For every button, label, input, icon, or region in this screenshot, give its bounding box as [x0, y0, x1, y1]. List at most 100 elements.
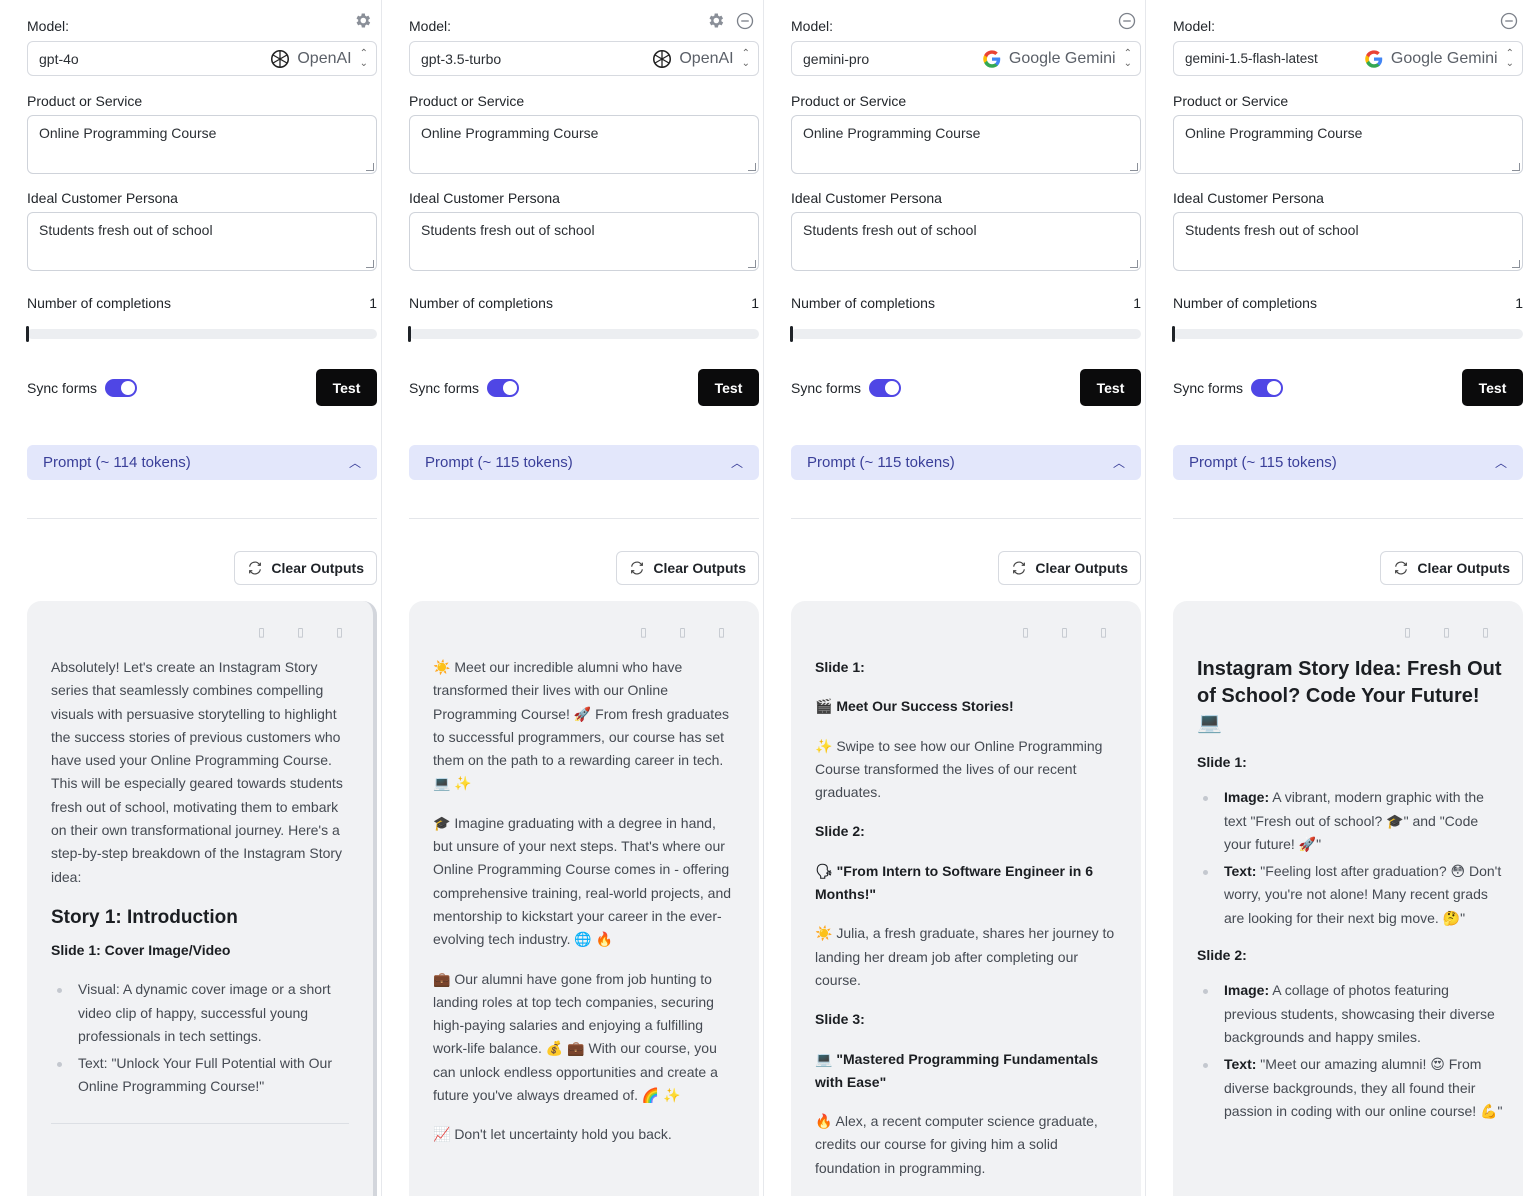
persona-field[interactable]: Students fresh out of school: [1173, 212, 1523, 271]
sun-icon: ☀️: [433, 659, 451, 675]
output-text: ☀️ Meet our incredible alumni who have t…: [433, 656, 739, 1163]
model-select[interactable]: gemini-pro Google Gemini ⌃ ⌄: [791, 41, 1141, 76]
slide-title: 💻 "Mastered Programming Fundamentals wit…: [815, 1050, 1099, 1090]
completions-value: 1: [1133, 295, 1141, 311]
slide-text: ☀️ Julia, a fresh graduate, shares her j…: [815, 925, 1115, 988]
completions-slider[interactable]: [26, 326, 377, 342]
gear-icon[interactable]: [705, 10, 726, 31]
openai-icon: [653, 49, 672, 68]
test-button[interactable]: Test: [698, 369, 759, 406]
remove-circle-icon[interactable]: [1498, 10, 1519, 31]
model-select[interactable]: gpt-4o OpenAI ⌃ ⌄: [27, 41, 377, 76]
output-actions: ▯ ▯ ▯: [636, 624, 729, 639]
test-button[interactable]: Test: [1080, 369, 1141, 406]
output-paragraph: ☀️ Meet our incredible alumni who have t…: [433, 656, 739, 796]
list-item: Image: A collage of photos featuring pre…: [1197, 979, 1503, 1049]
list-item: Visual: A dynamic cover image or a short…: [51, 978, 357, 1048]
trash-icon[interactable]: ▯: [332, 624, 347, 639]
output-list: Visual: A dynamic cover image or a short…: [51, 978, 357, 1098]
item-key: Text:: [1224, 863, 1257, 880]
output-heading: Instagram Story Idea: Fresh Out of Schoo…: [1197, 658, 1502, 734]
copy-icon[interactable]: ▯: [293, 624, 308, 639]
chevron-updown-icon: ⌃ ⌄: [1123, 47, 1132, 69]
output-paragraph: Absolutely! Let's create an Instagram St…: [51, 659, 343, 885]
gear-icon[interactable]: [352, 10, 373, 31]
clear-outputs-button[interactable]: Clear Outputs: [998, 551, 1141, 585]
output-actions: ▯ ▯ ▯: [254, 624, 347, 639]
provider: OpenAI ⌃ ⌄: [651, 48, 750, 70]
model-column-3: Model: gemini-pro Google Gemini ⌃ ⌄ Produ…: [764, 0, 1146, 1196]
product-field[interactable]: Online Programming Course: [409, 115, 759, 174]
clear-outputs-button[interactable]: Clear Outputs: [616, 551, 759, 585]
persona-label: Ideal Customer Persona: [27, 190, 178, 206]
completions-slider[interactable]: [408, 326, 759, 342]
prompt-accordion[interactable]: Prompt (~ 115 tokens) ︿: [791, 445, 1141, 480]
completions-row: Number of completions 1: [791, 295, 1141, 311]
sync-forms: Sync forms: [1173, 378, 1284, 397]
slide-title: 🎬 Meet Our Success Stories!: [815, 698, 1014, 715]
list-item: Image: A vibrant, modern graphic with th…: [1197, 786, 1503, 856]
copy-icon[interactable]: ▯: [254, 624, 269, 639]
persona-field[interactable]: Students fresh out of school: [27, 212, 377, 271]
slider-thumb[interactable]: [408, 326, 411, 342]
copy-icon[interactable]: ▯: [1400, 624, 1415, 639]
copy-icon[interactable]: ▯: [1439, 624, 1454, 639]
completions-label: Number of completions: [1173, 295, 1317, 311]
completions-label: Number of completions: [409, 295, 553, 311]
model-select[interactable]: gemini-1.5-flash-latest Google Gemini ⌃ ⌄: [1173, 41, 1523, 76]
product-field[interactable]: Online Programming Course: [791, 115, 1141, 174]
divider: [791, 518, 1141, 519]
trash-icon[interactable]: ▯: [714, 624, 729, 639]
provider-name: OpenAI: [679, 49, 734, 67]
sync-row: Sync forms Test: [1173, 369, 1523, 406]
model-label: Model:: [1173, 18, 1216, 34]
slide-heading: Slide 2:: [815, 823, 865, 840]
refresh-icon: [1395, 561, 1408, 575]
provider-name: OpenAI: [297, 49, 352, 67]
slider-thumb[interactable]: [790, 326, 793, 342]
clear-outputs-button[interactable]: Clear Outputs: [1380, 551, 1523, 585]
chevron-up-icon: ︿: [1112, 456, 1125, 470]
persona-field[interactable]: Students fresh out of school: [409, 212, 759, 271]
trash-icon[interactable]: ▯: [1096, 624, 1111, 639]
persona-label: Ideal Customer Persona: [409, 190, 560, 206]
copy-icon[interactable]: ▯: [675, 624, 690, 639]
sync-row: Sync forms Test: [27, 369, 377, 406]
prompt-accordion[interactable]: Prompt (~ 114 tokens) ︿: [27, 445, 377, 480]
sync-toggle[interactable]: [487, 378, 520, 397]
product-field[interactable]: Online Programming Course: [27, 115, 377, 174]
product-field[interactable]: Online Programming Course: [1173, 115, 1523, 174]
slider-thumb[interactable]: [26, 326, 29, 342]
completions-row: Number of completions 1: [1173, 295, 1523, 311]
prompt-accordion[interactable]: Prompt (~ 115 tokens) ︿: [1173, 445, 1523, 480]
copy-icon[interactable]: ▯: [636, 624, 651, 639]
slider-thumb[interactable]: [1172, 326, 1175, 342]
column-toolbar: [352, 10, 373, 31]
copy-icon[interactable]: ▯: [1018, 624, 1033, 639]
sync-toggle[interactable]: [1251, 378, 1284, 397]
test-button[interactable]: Test: [316, 369, 377, 406]
model-select[interactable]: gpt-3.5-turbo OpenAI ⌃ ⌄: [409, 41, 759, 76]
provider-name: Google Gemini: [1008, 49, 1116, 67]
output-actions: ▯ ▯ ▯: [1018, 624, 1111, 639]
persona-field[interactable]: Students fresh out of school: [791, 212, 1141, 271]
model-name: gpt-4o: [39, 50, 79, 67]
chevron-up-icon: ︿: [348, 456, 361, 470]
clear-outputs-button[interactable]: Clear Outputs: [234, 551, 377, 585]
trash-icon[interactable]: ▯: [1478, 624, 1493, 639]
prompt-accordion[interactable]: Prompt (~ 115 tokens) ︿: [409, 445, 759, 480]
item-key: Image:: [1224, 789, 1270, 806]
sync-toggle[interactable]: [869, 378, 902, 397]
remove-circle-icon[interactable]: [1116, 10, 1137, 31]
remove-circle-icon[interactable]: [734, 10, 755, 31]
copy-icon[interactable]: ▯: [1057, 624, 1072, 639]
output-actions: ▯ ▯ ▯: [1400, 624, 1493, 639]
completions-slider[interactable]: [1172, 326, 1523, 342]
test-button[interactable]: Test: [1462, 369, 1523, 406]
sync-toggle[interactable]: [105, 378, 138, 397]
completions-slider[interactable]: [790, 326, 1141, 342]
chevron-up-icon: ︿: [730, 456, 743, 470]
model-column-4: Model: gemini-1.5-flash-latest Google Ge…: [1146, 0, 1536, 1196]
slide-title: 🗣 "From Intern to Software Engineer in 6…: [815, 862, 1093, 903]
model-column-1: Model: gpt-4o OpenAI ⌃ ⌄ Product or Servi…: [0, 0, 382, 1196]
